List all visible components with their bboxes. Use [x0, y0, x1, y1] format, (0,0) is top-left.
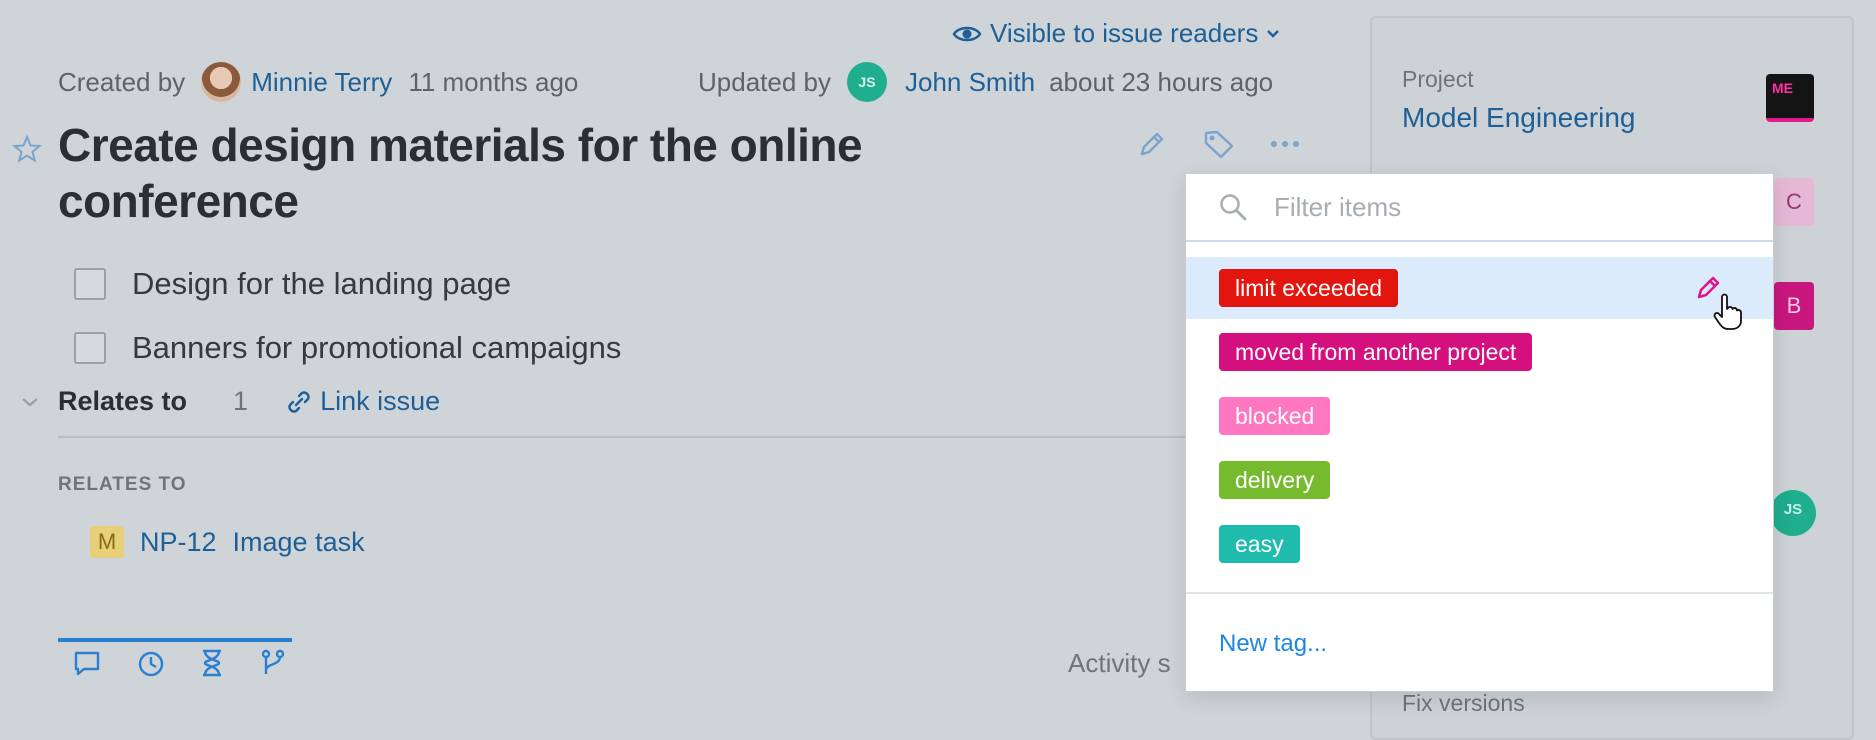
- filter-row: [1186, 174, 1773, 242]
- avatar[interactable]: [201, 62, 242, 102]
- comment-icon[interactable]: [72, 648, 102, 678]
- related-issue-name[interactable]: Image task: [233, 527, 365, 558]
- page-title[interactable]: Create design materials for the online c…: [58, 117, 918, 229]
- new-tag-button[interactable]: New tag...: [1219, 630, 1327, 658]
- project-label: Project: [1402, 66, 1474, 92]
- avatar[interactable]: JS: [846, 62, 887, 102]
- activity-settings-label[interactable]: Activity s: [1068, 648, 1171, 679]
- activity-tabs: [72, 648, 288, 678]
- hourglass-icon[interactable]: [200, 648, 224, 678]
- updated-by: Updated by JS John Smith about 23 hours …: [698, 62, 1273, 102]
- relates-section-label: RELATES TO: [58, 474, 187, 495]
- related-issue-id[interactable]: NP-12: [140, 527, 217, 558]
- tag-icon[interactable]: [1202, 128, 1236, 160]
- tag-chip: blocked: [1219, 397, 1331, 435]
- divider: [58, 436, 1188, 438]
- project-badge: M: [90, 526, 124, 558]
- updated-label: Updated by: [698, 66, 831, 97]
- checkbox[interactable]: [74, 268, 106, 300]
- avatar[interactable]: JS: [1770, 490, 1816, 536]
- checkbox[interactable]: [74, 332, 106, 364]
- link-issue-button[interactable]: Link issue: [284, 386, 440, 417]
- filter-input[interactable]: [1272, 190, 1736, 224]
- updated-user-link[interactable]: John Smith: [905, 67, 1035, 98]
- tag-chip: limit exceeded: [1219, 269, 1399, 307]
- tag-chip: moved from another project: [1219, 333, 1533, 371]
- field-badge[interactable]: B: [1774, 282, 1814, 330]
- visibility-selector[interactable]: Visible to issue readers: [952, 18, 1280, 49]
- checklist-item-label: Design for the landing page: [132, 266, 512, 301]
- created-label: Created by: [58, 66, 186, 97]
- relates-count: 1: [233, 386, 249, 416]
- checklist-item-label: Banners for promotional campaigns: [132, 330, 622, 365]
- tag-option[interactable]: blocked: [1186, 385, 1773, 447]
- fix-versions-label: Fix versions: [1402, 690, 1525, 716]
- tag-chip: easy: [1219, 525, 1300, 563]
- project-logo: ME: [1766, 74, 1814, 122]
- relates-header: Relates to 1 Link issue: [20, 386, 440, 417]
- created-time: 11 months ago: [408, 66, 579, 97]
- tag-option[interactable]: delivery: [1186, 449, 1773, 511]
- visibility-label: Visible to issue readers: [990, 18, 1259, 48]
- checklist-item: Design for the landing page: [74, 266, 511, 302]
- pencil-icon[interactable]: [1136, 128, 1168, 160]
- field-badge[interactable]: C: [1774, 178, 1814, 226]
- history-icon[interactable]: [136, 648, 166, 678]
- relates-title[interactable]: Relates to: [58, 386, 187, 417]
- project-link[interactable]: Model Engineering: [1402, 102, 1636, 134]
- tag-option[interactable]: limit exceeded: [1186, 257, 1773, 330]
- tag-dropdown: limit exceeded moved from another projec…: [1185, 173, 1774, 692]
- link-icon: [288, 390, 310, 413]
- title-toolbar: [1136, 128, 1300, 160]
- tag-option[interactable]: moved from another project: [1186, 321, 1773, 383]
- branch-icon[interactable]: [258, 648, 288, 678]
- checklist-item: Banners for promotional campaigns: [74, 330, 621, 366]
- more-icon[interactable]: [1270, 140, 1300, 148]
- tag-option[interactable]: easy: [1186, 513, 1773, 575]
- star-icon[interactable]: [11, 134, 43, 169]
- search-icon: [1220, 194, 1247, 221]
- related-issue[interactable]: M NP-12 Image task: [90, 526, 365, 558]
- active-tab-indicator: [58, 638, 292, 642]
- created-user-link[interactable]: Minnie Terry: [251, 67, 392, 98]
- created-by: Created by Minnie Terry 11 months ago: [58, 62, 578, 102]
- tag-chip: delivery: [1219, 461, 1331, 499]
- link-issue-label: Link issue: [320, 386, 441, 416]
- chevron-down-icon: [1267, 29, 1280, 38]
- eye-icon: [952, 26, 982, 41]
- updated-time: about 23 hours ago: [1049, 66, 1274, 97]
- chevron-down-icon[interactable]: [20, 396, 40, 408]
- divider: [1186, 592, 1773, 594]
